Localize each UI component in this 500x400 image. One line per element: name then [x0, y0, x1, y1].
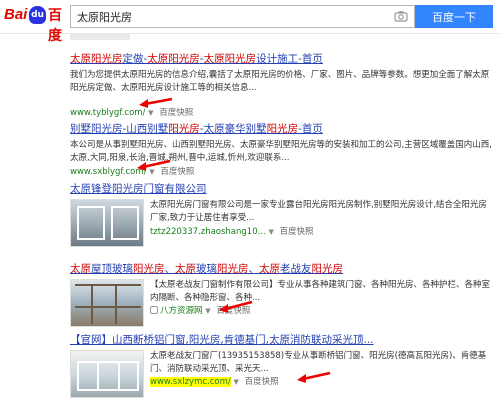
red-arrow-icon — [297, 371, 331, 383]
chevron-down-icon[interactable]: ▼ — [148, 109, 153, 117]
result-4-thumbnail[interactable] — [70, 279, 144, 327]
result-3: 太原锋登阳光房门窗有限公司 太原阳光房门窗有限公司是一家专业露台阳光房阳光房制作… — [70, 182, 495, 247]
search-button[interactable]: 百度一下 — [415, 5, 493, 28]
result-5-url[interactable]: www.sxlzymc.com/ — [150, 377, 231, 387]
result-1-title[interactable]: 太原阳光房定做-太原阳光房-太原阳光房设计施工-首页 — [70, 52, 495, 66]
result-4-title[interactable]: 太原屋顶玻璃阳光房、太原玻璃阳光房、太原老战友阳光房 — [70, 262, 495, 276]
logo-text-right: 百度 — [48, 7, 62, 43]
result-4-source[interactable]: 八方资源网 — [160, 306, 203, 316]
result-5-snapshot[interactable]: 百度快照 — [245, 377, 279, 387]
result-1-url-line: www.tyblygf.com/ ▼ 百度快照 — [70, 107, 495, 119]
red-arrow-icon — [139, 97, 173, 108]
result-4-url-line: 八方资源网 ▼ 百度快照 — [150, 305, 495, 317]
result-4-abstract: 【太原老战友门窗制作有限公司】专业从事各种建筑门窗、各种阳光房、各种护栏、各种室… — [150, 280, 491, 303]
result-3-thumbnail[interactable] — [70, 199, 144, 247]
result-1-url[interactable]: www.tyblygf.com/ — [70, 108, 145, 118]
chevron-down-icon[interactable]: ▼ — [268, 228, 273, 236]
result-1-abstract: 我们为您提供太原阳光房的信息介绍,囊括了太原阳光房的价格、厂家、图片、品牌等参数… — [70, 70, 490, 93]
result-4: 太原屋顶玻璃阳光房、太原玻璃阳光房、太原老战友阳光房 【太原老战友门窗制作有限公… — [70, 262, 495, 327]
source-icon — [150, 306, 158, 314]
result-2-abstract: 本公司是从事别墅阳光房、山西别墅阳光房、太原豪华别墅阳光房等的安装和加工的公司,… — [70, 140, 492, 163]
result-2: 别墅阳光房-山西别墅阳光房-太原豪华别墅阳光房-首页 本公司是从事别墅阳光房、山… — [70, 122, 495, 178]
logo-text-left: Bai — [4, 6, 28, 23]
result-5-thumbnail[interactable] — [70, 350, 144, 398]
result-1-snapshot[interactable]: 百度快照 — [159, 108, 193, 118]
search-header: Bai du 百度 百度一下 — [0, 0, 500, 43]
search-input[interactable] — [71, 6, 371, 27]
result-5: 【官网】山西断桥铝门窗,阳光房,肯德基门,太原消防联动采光顶... 太原老战友门… — [70, 333, 495, 398]
result-3-url-line: tztz220337.zhaoshang10... ▼ 百度快照 — [150, 226, 495, 238]
result-5-title[interactable]: 【官网】山西断桥铝门窗,阳光房,肯德基门,太原消防联动采光顶... — [70, 333, 495, 347]
result-3-title[interactable]: 太原锋登阳光房门窗有限公司 — [70, 182, 495, 196]
search-box — [70, 5, 415, 28]
result-1: 太原阳光房定做-太原阳光房-太原阳光房设计施工-首页 我们为您提供太原阳光房的信… — [70, 52, 495, 119]
chevron-down-icon[interactable]: ▼ — [205, 307, 210, 315]
previous-result-fragment — [70, 34, 495, 40]
red-arrow-icon — [137, 159, 171, 171]
result-3-snapshot[interactable]: 百度快照 — [280, 227, 314, 237]
result-3-abstract: 太原阳光房门窗有限公司是一家专业露台阳光房阳光房制作,别墅阳光房设计,结合全阳光… — [150, 200, 487, 223]
result-2-title[interactable]: 别墅阳光房-山西别墅阳光房-太原豪华别墅阳光房-首页 — [70, 122, 495, 136]
red-arrow-icon — [219, 300, 253, 313]
result-2-url-line: www.sxblygf.com/ ▼ 百度快照 — [70, 166, 495, 178]
chevron-down-icon[interactable]: ▼ — [233, 378, 238, 386]
result-3-url[interactable]: tztz220337.zhaoshang10... — [150, 227, 266, 237]
camera-icon[interactable] — [394, 10, 408, 22]
baidu-logo[interactable]: Bai du 百度 — [4, 5, 66, 43]
logo-paw-icon: du — [29, 6, 46, 24]
